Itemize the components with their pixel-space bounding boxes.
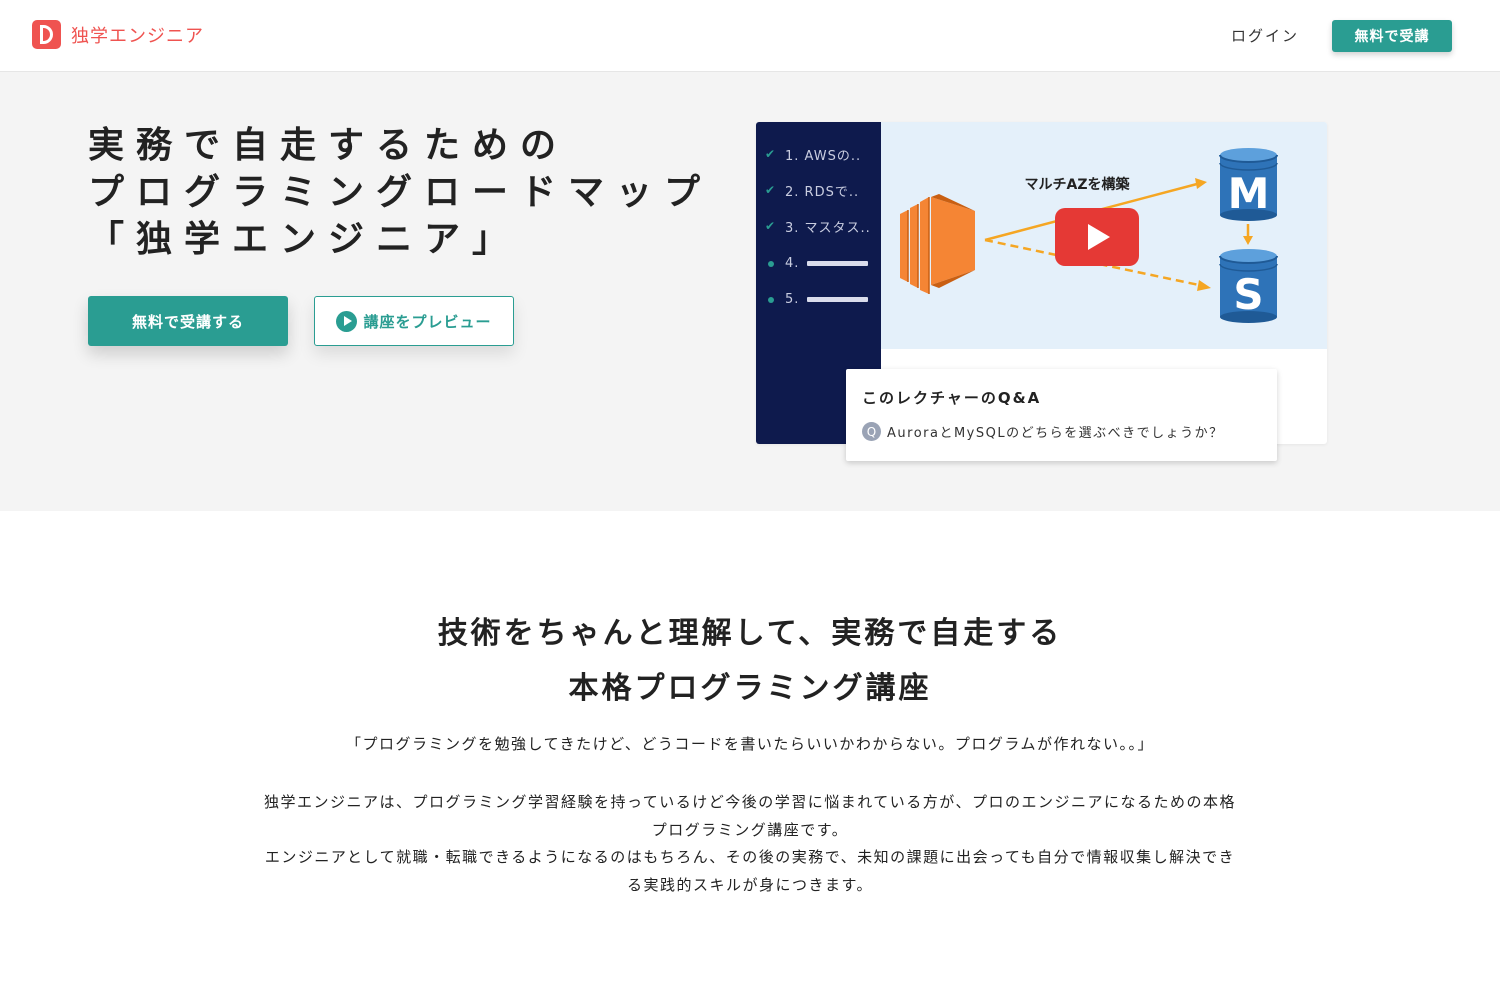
bullet-icon	[764, 292, 777, 307]
video-caption: マルチAZを構築	[1025, 176, 1131, 193]
bullet-icon	[764, 256, 777, 271]
chapter-label: 3. マスタス..	[785, 220, 871, 236]
chapter-item[interactable]: 4.	[764, 253, 869, 273]
intro-body-line: る実践的スキルが身につきます。	[626, 875, 873, 894]
site-logo[interactable]: 独学エンジニア	[32, 20, 204, 49]
chapter-label: 1. AWSの..	[785, 148, 862, 164]
intro-heading: 技術をちゃんと理解して、実務で自走する 本格プログラミング講座	[0, 606, 1500, 716]
qa-question-row[interactable]: Q AuroraとMySQLのどちらを選ぶべきでしょうか？	[862, 422, 1224, 441]
video-thumbnail: M S マルチAZを構築	[900, 148, 1278, 323]
hero-section: 実務で自走するための プログラミングロードマップ 「独学エンジニア」 無料で受講…	[0, 72, 1500, 511]
hero-signup-button[interactable]: 無料で受講する	[88, 296, 288, 346]
chapter-placeholder-bar	[807, 260, 869, 266]
qa-title: このレクチャーのQ&A	[862, 389, 1042, 407]
hero-title: 実務で自走するための プログラミングロードマップ 「独学エンジニア」	[88, 122, 728, 263]
chapter-item[interactable]: ✔ 2. RDSで..	[764, 180, 859, 200]
check-icon: ✔	[764, 147, 777, 161]
course-preview-label: 講座をプレビュー	[363, 312, 492, 331]
chapter-label: 2. RDSで..	[785, 184, 860, 200]
video-player[interactable]: M S マルチAZを構築	[881, 122, 1327, 349]
chapter-label: 4.	[785, 255, 800, 271]
site-header: 独学エンジニア ログイン 無料で受講	[0, 0, 1500, 72]
intro-body-line: 独学エンジニアは、プログラミング学習経験を持っているけど今後の学習に悩まれている…	[263, 793, 1236, 811]
chapter-item[interactable]: 5.	[764, 289, 869, 309]
chapter-label: 5.	[785, 291, 800, 307]
logo-d-icon	[32, 20, 61, 49]
slave-db-letter: S	[1233, 270, 1263, 319]
intro-body-line: プログラミング講座です。	[651, 820, 849, 839]
chapter-item[interactable]: ✔ 3. マスタス..	[764, 216, 871, 236]
intro-heading-line: 本格プログラミング講座	[568, 671, 932, 706]
ec2-instance-icon	[900, 194, 975, 294]
hero-title-line: 実務で自走するための	[88, 125, 569, 166]
login-link[interactable]: ログイン	[1231, 25, 1299, 46]
logo-text: 独学エンジニア	[71, 25, 204, 47]
intro-heading-line: 技術をちゃんと理解して、実務で自走する	[437, 616, 1063, 651]
header-signup-button[interactable]: 無料で受講	[1332, 20, 1452, 52]
check-icon: ✔	[764, 219, 777, 233]
qa-card[interactable]: このレクチャーのQ&A Q AuroraとMySQLのどちらを選ぶべきでしょうか…	[846, 369, 1277, 461]
intro-quote: 「プログラミングを勉強してきたけど、どうコードを書いたらいいかわからない。プログ…	[346, 735, 1154, 753]
hero-title-line: 「独学エンジニア」	[88, 219, 521, 260]
play-circle-icon	[336, 310, 358, 332]
question-badge-icon: Q	[862, 422, 881, 441]
chapter-placeholder-bar	[807, 296, 869, 302]
check-icon: ✔	[764, 183, 777, 197]
intro-body: 独学エンジニアは、プログラミング学習経験を持っているけど今後の学習に悩まれている…	[225, 789, 1275, 899]
master-database-icon: M	[1219, 148, 1278, 221]
youtube-play-icon[interactable]	[1055, 208, 1139, 266]
intro-body-line: エンジニアとして就職・転職できるようになるのはもちろん、その後の実務で、未知の課…	[264, 848, 1236, 866]
hero-title-line: プログラミングロードマップ	[88, 172, 713, 213]
master-db-letter: M	[1228, 169, 1270, 218]
slave-database-icon: S	[1219, 249, 1278, 323]
qa-question-text: AuroraとMySQLのどちらを選ぶべきでしょうか？	[887, 426, 1224, 441]
chapter-item[interactable]: ✔ 1. AWSの..	[764, 144, 861, 164]
course-preview-button[interactable]: 講座をプレビュー	[314, 296, 514, 346]
